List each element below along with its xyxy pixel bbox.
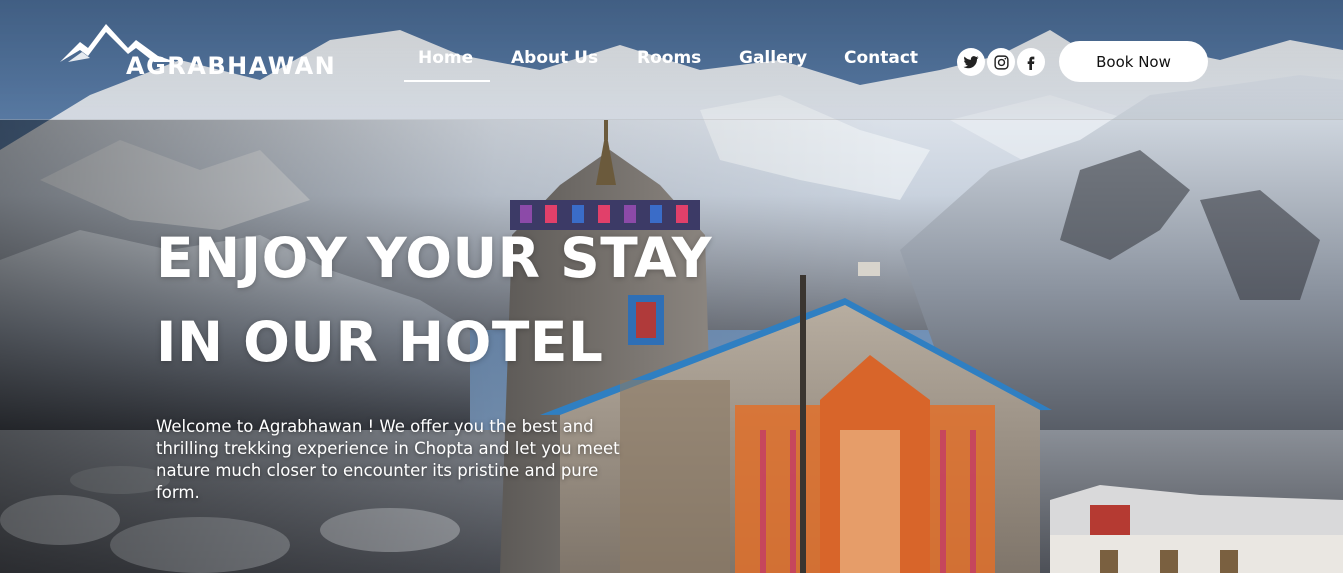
hero-headline-line-1: ENJOY YOUR STAY	[156, 226, 713, 290]
nav-gallery[interactable]: Gallery	[739, 48, 807, 68]
twitter-icon[interactable]	[957, 48, 985, 76]
hero-headline-line-2: IN OUR HOTEL	[156, 310, 604, 374]
nav-home[interactable]: Home	[418, 48, 473, 68]
brand-name: AGRABHAWAN	[126, 52, 337, 80]
hero-section: AGRABHAWAN Home About Us Rooms Gallery C…	[0, 0, 1343, 573]
nav-contact[interactable]: Contact	[844, 48, 918, 68]
instagram-icon[interactable]	[987, 48, 1015, 76]
book-now-button[interactable]: Book Now	[1059, 41, 1208, 82]
site-logo[interactable]: AGRABHAWAN	[58, 22, 358, 84]
facebook-icon[interactable]	[1017, 48, 1045, 76]
nav-about-us[interactable]: About Us	[511, 48, 598, 68]
site-header: AGRABHAWAN Home About Us Rooms Gallery C…	[0, 0, 1343, 120]
nav-active-indicator	[404, 80, 490, 82]
hero-intro-text: Welcome to Agrabhawan ! We offer you the…	[156, 417, 620, 502]
nav-rooms[interactable]: Rooms	[637, 48, 701, 68]
